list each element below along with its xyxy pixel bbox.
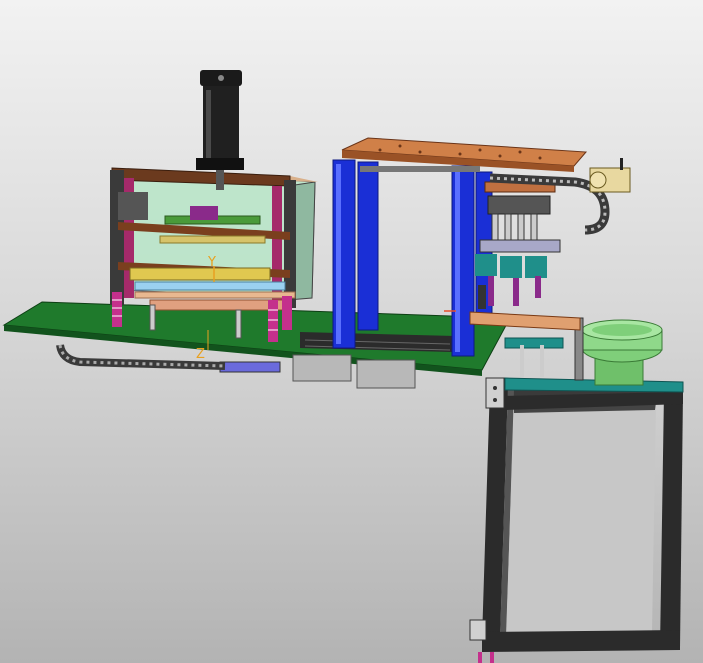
y-axis-label: Y	[207, 255, 216, 270]
z-axis-label: Z	[196, 347, 205, 362]
control-boxes	[219, 354, 416, 389]
vibratory-bowl-feeder	[504, 317, 684, 393]
feeder-stand	[469, 377, 683, 663]
cad-viewport[interactable]: Y Z	[0, 0, 703, 663]
assembly-model: Y Z	[2, 70, 684, 663]
